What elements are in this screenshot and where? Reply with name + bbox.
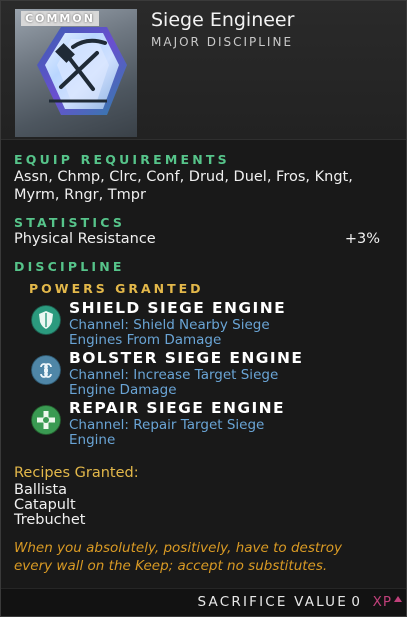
discipline-heading: DISCIPLINE [14,259,125,274]
power-name: SHIELD SIEGE ENGINE [69,299,287,317]
power-name: BOLSTER SIEGE ENGINE [69,349,304,367]
power-description-line: Channel: Repair Target Siege [69,417,265,433]
power-name: REPAIR SIEGE ENGINE [69,399,285,417]
item-icon-frame [15,9,137,137]
power-description: Channel: Shield Nearby Siege Engines Fro… [69,318,339,348]
pickaxe-hammer-icon [37,27,127,115]
power-description: Channel: Increase Target Siege Engine Da… [69,368,339,398]
repair-icon [31,405,61,435]
item-tooltip: COMMON Siege Engineer MAJOR DISCIPLINE E… [0,0,407,617]
equip-requirements-heading: EQUIP REQUIREMENTS [14,152,230,167]
tooltip-header: COMMON Siege Engineer MAJOR DISCIPLINE [1,1,406,140]
power-description-line: Engine [69,432,116,448]
stat-value: +3% [344,231,380,247]
flavor-text-line: every wall on the Keep; accept no substi… [14,558,328,574]
power-description-line: Channel: Shield Nearby Siege [69,317,270,333]
equip-requirements-line1: Assn, Chmp, Clrc, Conf, Drud, Duel, Fros… [14,169,353,185]
recipe-item: Trebuchet [14,512,86,528]
power-description-line: Engines From Damage [69,332,222,348]
item-title: Siege Engineer [151,9,295,31]
swirl-icon [31,355,61,385]
flavor-text: When you absolutely, positively, have to… [14,539,399,575]
tooltip-footer: SACRIFICE VALUE 0 XP [1,588,406,616]
shield-icon [31,305,61,335]
up-arrow-icon [394,596,402,602]
rarity-badge: COMMON [21,11,99,26]
flavor-text-line: When you absolutely, positively, have to… [14,540,342,556]
powers-granted-heading: POWERS GRANTED [29,281,204,296]
sacrifice-value-label: SACRIFICE VALUE [197,594,348,610]
recipe-item: Ballista [14,482,68,498]
equip-requirements-line2: Myrm, Rngr, Tmpr [14,187,146,203]
statistics-heading: STATISTICS [14,215,126,230]
power-description-line: Channel: Increase Target Siege [69,367,279,383]
sacrifice-value: 0 [351,594,360,610]
recipes-granted-heading: Recipes Granted: [14,465,139,481]
stat-name: Physical Resistance [14,231,156,247]
xp-currency-label: XP [372,594,392,610]
power-description: Channel: Repair Target Siege Engine [69,418,339,448]
item-subtitle: MAJOR DISCIPLINE [151,35,294,49]
power-description-line: Engine Damage [69,382,177,398]
recipe-item: Catapult [14,497,76,513]
